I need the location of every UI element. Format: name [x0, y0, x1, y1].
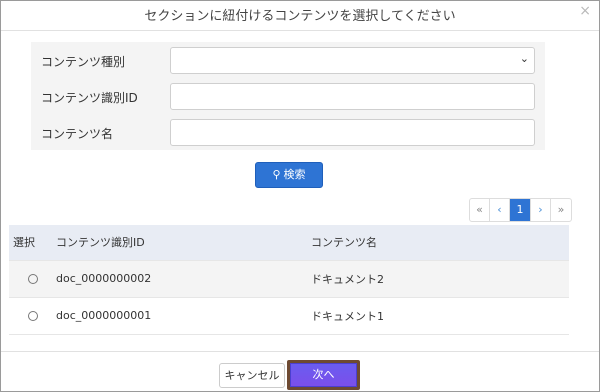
search-icon: ⚲: [272, 168, 281, 181]
pagination-next[interactable]: ›: [531, 199, 551, 221]
search-button-label: 検索: [283, 168, 306, 181]
table-row[interactable]: doc_0000000001 ドキュメント1: [9, 297, 569, 334]
content-table: 選択 コンテンツ識別ID コンテンツ名 doc_0000000002 ドキュメン…: [9, 225, 569, 335]
next-button-frame: 次へ: [287, 360, 360, 390]
next-button[interactable]: 次へ: [290, 363, 357, 387]
content-id-input[interactable]: [170, 83, 535, 110]
pagination-first[interactable]: «: [470, 199, 490, 221]
row-content-id: doc_0000000002: [56, 272, 152, 285]
content-id-label: コンテンツ識別ID: [41, 91, 138, 105]
row-content-name: ドキュメント2: [311, 272, 384, 286]
chevron-down-icon: ⌄: [519, 52, 529, 65]
pagination-prev[interactable]: ‹: [490, 199, 510, 221]
pagination-last[interactable]: »: [551, 199, 571, 221]
content-id-row: コンテンツ識別ID: [31, 83, 545, 111]
close-icon[interactable]: ×: [579, 3, 591, 19]
cancel-button[interactable]: キャンセル: [219, 363, 285, 388]
row-select-radio[interactable]: [28, 311, 38, 321]
content-select-dialog: セクションに紐付けるコンテンツを選択してください × コンテンツ種別 ⌄ コンテ…: [0, 0, 600, 392]
dialog-footer: キャンセル 次へ: [1, 351, 599, 391]
pagination: « ‹ 1 › »: [469, 198, 572, 222]
content-name-input[interactable]: [170, 119, 535, 146]
search-button[interactable]: ⚲ 検索: [255, 162, 323, 188]
row-content-id: doc_0000000001: [56, 309, 152, 322]
pagination-page-1[interactable]: 1: [510, 199, 531, 221]
table-header-row: 選択 コンテンツ識別ID コンテンツ名: [9, 225, 569, 260]
content-type-label: コンテンツ種別: [41, 55, 126, 69]
content-type-row: コンテンツ種別 ⌄: [31, 47, 545, 75]
row-select-radio[interactable]: [28, 274, 38, 284]
dialog-header: セクションに紐付けるコンテンツを選択してください ×: [1, 1, 599, 31]
search-form: コンテンツ種別 ⌄ コンテンツ識別ID コンテンツ名: [31, 42, 545, 150]
row-content-name: ドキュメント1: [311, 309, 384, 323]
content-name-label: コンテンツ名: [41, 127, 114, 141]
column-header-name: コンテンツ名: [311, 236, 377, 250]
dialog-title: セクションに紐付けるコンテンツを選択してください: [144, 9, 456, 24]
table-row[interactable]: doc_0000000002 ドキュメント2: [9, 260, 569, 297]
column-header-select: 選択: [13, 236, 35, 250]
content-type-select[interactable]: ⌄: [170, 47, 535, 74]
column-header-id: コンテンツ識別ID: [56, 236, 145, 250]
content-name-row: コンテンツ名: [31, 119, 545, 147]
